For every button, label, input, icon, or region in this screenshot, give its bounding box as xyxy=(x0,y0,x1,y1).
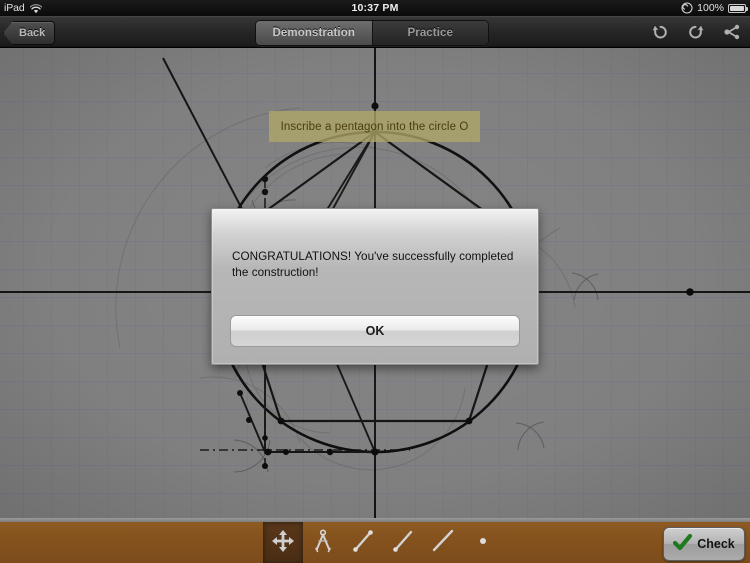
rotation-lock-icon xyxy=(681,2,693,14)
congratulations-dialog: CONGRATULATIONS! You've successfully com… xyxy=(211,208,539,365)
ok-button[interactable]: OK xyxy=(230,315,520,347)
ray-tool[interactable] xyxy=(383,522,423,563)
status-bar: iPad 10:37 PM 100% xyxy=(0,0,750,16)
move-arrows-icon xyxy=(270,528,296,559)
back-label-text: Back xyxy=(19,27,46,39)
dialog-message: CONGRATULATIONS! You've successfully com… xyxy=(232,250,514,279)
redo-icon[interactable] xyxy=(686,22,706,42)
tab-practice[interactable]: Practice xyxy=(371,21,488,45)
ray-icon xyxy=(390,528,416,559)
line-icon xyxy=(430,528,456,559)
compass-icon xyxy=(310,528,336,559)
bottom-toolbar: Check xyxy=(0,518,750,563)
line-tool[interactable] xyxy=(423,522,463,563)
checkmark-icon xyxy=(673,533,693,554)
check-button-label: Check xyxy=(697,537,735,551)
alert-overlay: CONGRATULATIONS! You've successfully com… xyxy=(0,0,750,563)
point-icon xyxy=(470,528,496,559)
battery-percent-label: 100% xyxy=(697,2,724,14)
clock-label: 10:37 PM xyxy=(351,2,399,14)
compass-tool[interactable] xyxy=(303,522,343,563)
status-bar-right: 100% xyxy=(681,0,748,16)
nav-actions xyxy=(650,20,742,44)
tool-palette xyxy=(263,522,503,563)
share-icon[interactable] xyxy=(722,22,742,42)
mode-segmented-control[interactable]: Demonstration Practice xyxy=(255,20,489,46)
segment-tool[interactable] xyxy=(343,522,383,563)
tab-demonstration-label: Demonstration xyxy=(272,27,355,39)
battery-icon xyxy=(728,3,748,13)
back-button[interactable]: Back xyxy=(3,21,56,45)
ok-button-label: OK xyxy=(365,324,385,338)
check-button[interactable]: Check xyxy=(663,527,745,561)
app-screen: iPad 10:37 PM 100% Back Demonstration Pr… xyxy=(0,0,750,563)
navigation-bar: Back Demonstration Practice xyxy=(0,16,750,48)
undo-icon[interactable] xyxy=(650,22,670,42)
tab-demonstration[interactable]: Demonstration xyxy=(256,21,372,45)
move-tool[interactable] xyxy=(263,522,303,563)
point-tool[interactable] xyxy=(463,522,503,563)
tab-practice-label: Practice xyxy=(407,27,454,39)
segment-icon xyxy=(350,528,376,559)
